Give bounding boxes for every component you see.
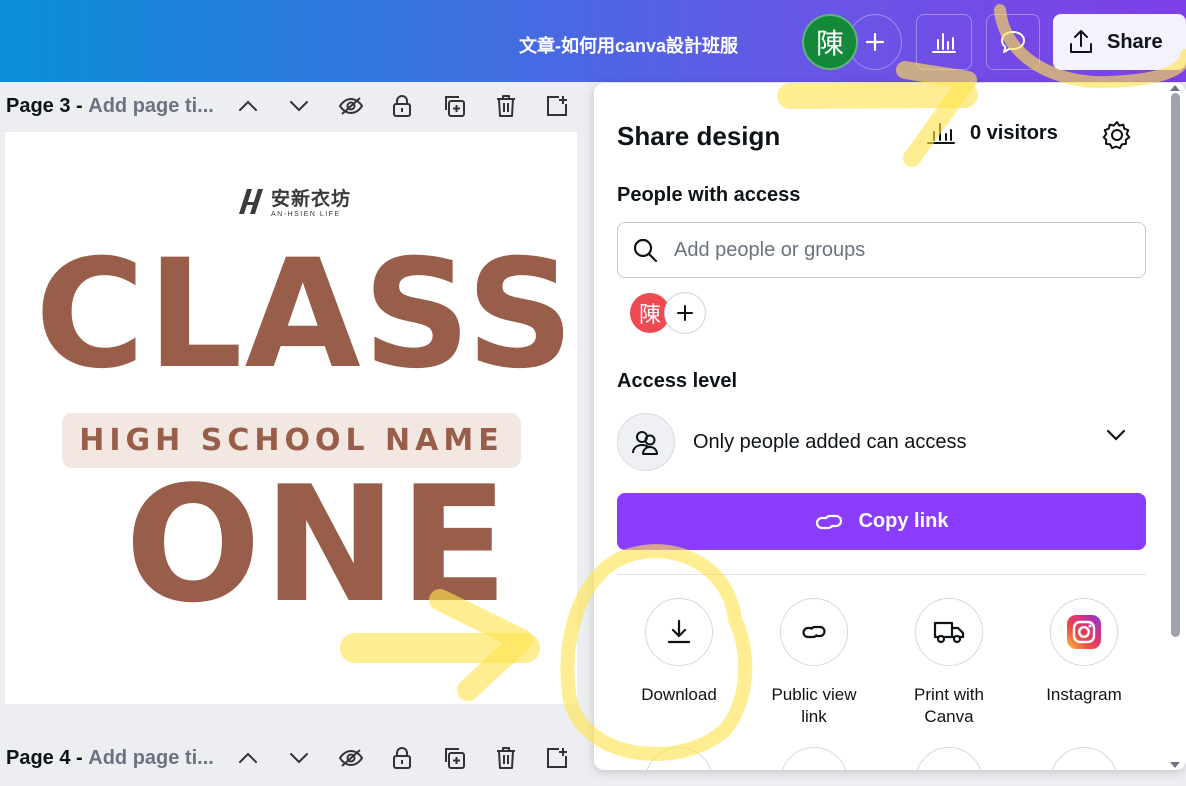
chevron-down-icon <box>290 101 308 112</box>
share-button[interactable]: Share <box>1053 14 1186 70</box>
trash-icon <box>497 747 515 769</box>
trash-icon <box>497 95 515 117</box>
link-icon <box>816 514 843 529</box>
duplicate-icon <box>445 748 465 769</box>
add-people-input[interactable] <box>674 238 1114 262</box>
panel-scrollbar[interactable] <box>1171 93 1180 637</box>
people-list: 陳 <box>630 292 706 334</box>
instagram-icon <box>1067 615 1101 649</box>
upload-icon <box>1070 30 1092 53</box>
share-label: Share <box>1107 30 1163 53</box>
public-view-link-label: Public view link <box>771 685 857 726</box>
add-page-icon <box>547 748 567 768</box>
lock-page-button[interactable] <box>387 91 417 121</box>
chevron-down-icon <box>1106 429 1126 441</box>
duplicate-page-button[interactable] <box>439 91 469 121</box>
delete-page-button[interactable] <box>491 91 521 121</box>
headline-one[interactable]: ONE <box>125 465 510 625</box>
lock-page-button[interactable] <box>387 743 417 773</box>
divider <box>617 574 1146 575</box>
move-page-up-button[interactable] <box>233 743 263 773</box>
share-option-more[interactable] <box>1050 747 1118 770</box>
add-page-icon <box>547 96 567 116</box>
scroll-down-arrow[interactable] <box>1170 762 1180 768</box>
access-level-value: Only people added can access <box>693 430 967 453</box>
share-option-more[interactable] <box>915 747 983 770</box>
comment-icon <box>1001 31 1025 53</box>
download-label: Download <box>641 685 717 704</box>
add-page-button[interactable] <box>542 743 572 773</box>
link-icon <box>802 625 826 639</box>
hide-icon <box>338 97 364 115</box>
duplicate-page-button[interactable] <box>439 743 469 773</box>
download-option[interactable]: Download <box>614 598 744 706</box>
panel-title: Share design <box>617 121 781 151</box>
people-icon <box>617 413 675 471</box>
instagram-option[interactable]: Instagram <box>1019 598 1149 706</box>
move-page-down-button[interactable] <box>284 91 314 121</box>
comment-button[interactable] <box>986 14 1040 70</box>
people-with-access-label: People with access <box>617 184 801 206</box>
analytics-button[interactable] <box>916 14 972 70</box>
search-icon <box>633 238 658 263</box>
add-member-button[interactable] <box>664 292 706 334</box>
logo-english-text: AN-HSIEN LIFE <box>271 211 341 218</box>
share-settings-button[interactable] <box>1099 117 1135 153</box>
share-design-panel: Share design 0 visitors People with acce… <box>594 83 1186 770</box>
top-bar: 文章-如何用canva設計班服 陳 Share <box>0 0 1186 82</box>
page-3-label[interactable]: Page 3 - Add page ti... <box>6 95 214 118</box>
print-with-canva-label: Print with Canva <box>914 685 984 726</box>
copy-link-button[interactable]: Copy link <box>617 493 1146 550</box>
public-view-link-option[interactable]: Public view link <box>749 598 879 728</box>
plus-icon <box>677 305 693 321</box>
document-title[interactable]: 文章-如何用canva設計班服 <box>519 32 738 58</box>
visitors-insights[interactable]: 0 visitors <box>926 121 1058 145</box>
access-level-label: Access level <box>617 370 738 392</box>
duplicate-icon <box>445 96 465 117</box>
instagram-label: Instagram <box>1046 685 1122 704</box>
page-4-label[interactable]: Page 4 - Add page ti... <box>6 747 214 770</box>
chevron-up-icon <box>239 752 257 763</box>
share-option-more[interactable] <box>645 747 713 770</box>
chevron-up-icon <box>239 100 257 111</box>
print-with-canva-option[interactable]: Print with Canva <box>884 598 1014 728</box>
headline-class[interactable]: CLASS <box>35 240 576 390</box>
chevron-down-icon <box>290 753 308 764</box>
hide-icon <box>338 749 364 767</box>
access-level-dropdown[interactable]: Only people added can access <box>617 411 1146 473</box>
copy-link-label: Copy link <box>858 510 949 532</box>
move-page-down-button[interactable] <box>284 743 314 773</box>
hide-page-button[interactable] <box>336 743 366 773</box>
gear-icon <box>1102 121 1131 150</box>
hide-page-button[interactable] <box>336 91 366 121</box>
delete-page-button[interactable] <box>491 743 521 773</box>
user-avatar[interactable]: 陳 <box>802 14 858 70</box>
logo-chinese-text: 安新衣坊 <box>271 189 352 210</box>
lock-icon <box>393 747 411 769</box>
move-page-up-button[interactable] <box>233 91 263 121</box>
add-people-search[interactable] <box>617 222 1146 278</box>
page-3-header: Page 3 - Add page ti... <box>0 83 590 129</box>
design-page-3[interactable]: 安新衣坊 AN-HSIEN LIFE CLASS HIGH SCHOOL NAM… <box>5 132 577 704</box>
brand-logo[interactable]: 安新衣坊 AN-HSIEN LIFE <box>237 184 351 218</box>
scroll-up-arrow[interactable] <box>1170 85 1180 91</box>
truck-icon <box>933 621 965 644</box>
analytics-icon <box>932 33 956 53</box>
download-icon <box>667 619 691 644</box>
analytics-icon <box>927 123 955 144</box>
lock-icon <box>393 95 411 117</box>
plus-icon <box>865 32 885 52</box>
page-4-header: Page 4 - Add page ti... <box>0 735 590 781</box>
share-option-more[interactable] <box>780 747 848 770</box>
visitors-count: 0 visitors <box>970 121 1058 144</box>
logo-mark-icon <box>239 189 263 214</box>
add-page-button[interactable] <box>542 91 572 121</box>
